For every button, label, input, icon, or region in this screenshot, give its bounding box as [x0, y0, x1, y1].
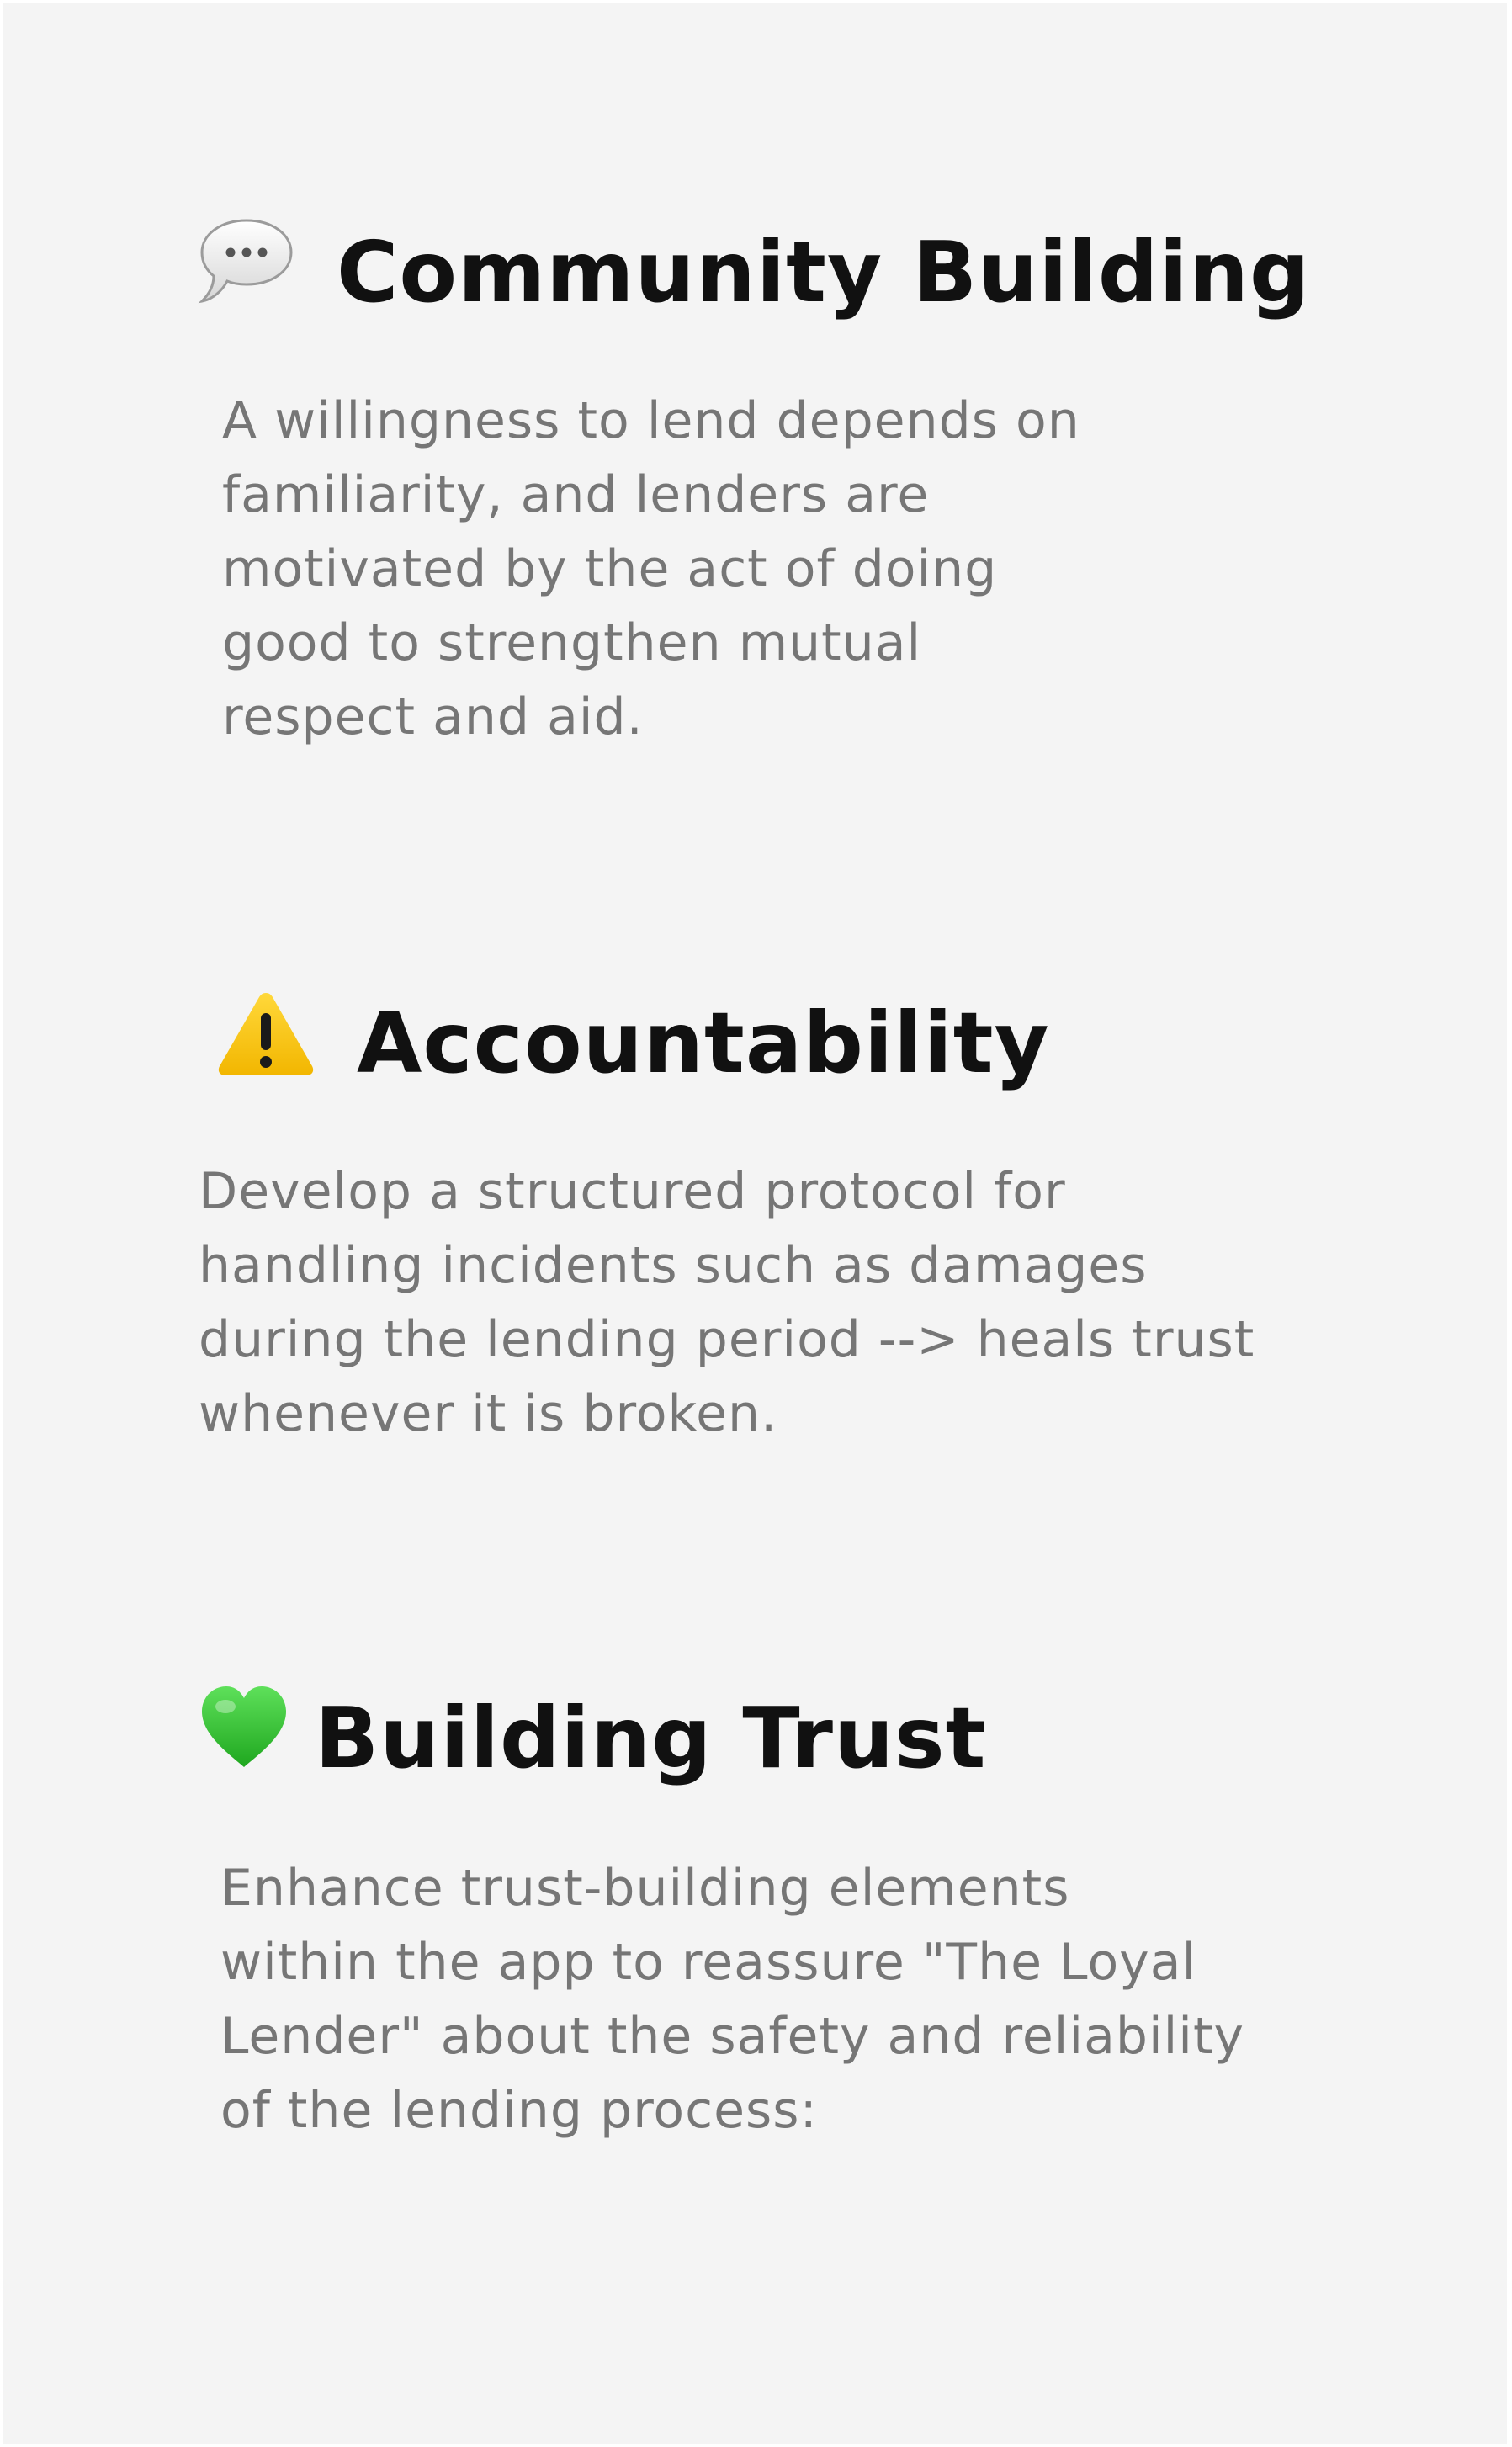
- warning-icon: [218, 993, 314, 1075]
- speech-bubble-icon: [198, 219, 293, 304]
- section-title: Accountability: [357, 994, 1050, 1092]
- section-body: Develop a structured protocol for handli…: [199, 1154, 1255, 1451]
- body-line: Enhance trust-building elements: [220, 1859, 1070, 1918]
- body-line: during the lending period --> heals trus…: [199, 1310, 1255, 1369]
- content-panel: Community Building A willingness to lend…: [3, 3, 1507, 2444]
- body-line: handling incidents such as damages: [199, 1236, 1148, 1295]
- body-line: respect and aid.: [222, 687, 644, 746]
- body-line: motivated by the act of doing: [222, 539, 998, 598]
- section-title: Community Building: [337, 223, 1311, 321]
- body-line: Lender" about the safety and reliability: [220, 2007, 1245, 2066]
- section-body: Enhance trust-building elements within t…: [220, 1851, 1244, 2147]
- body-line: Develop a structured protocol for: [199, 1162, 1066, 1221]
- section-title: Building Trust: [315, 1689, 987, 1787]
- body-line: familiarity, and lenders are: [222, 465, 930, 524]
- section-body: A willingness to lend depends on familia…: [222, 384, 1080, 754]
- green-heart-icon: [202, 1686, 286, 1767]
- body-line: whenever it is broken.: [199, 1384, 778, 1443]
- body-line: within the app to reassure "The Loyal: [220, 1933, 1197, 1992]
- body-line: of the lending process:: [220, 2081, 818, 2140]
- body-line: A willingness to lend depends on: [222, 391, 1080, 450]
- body-line: good to strengthen mutual: [222, 613, 922, 672]
